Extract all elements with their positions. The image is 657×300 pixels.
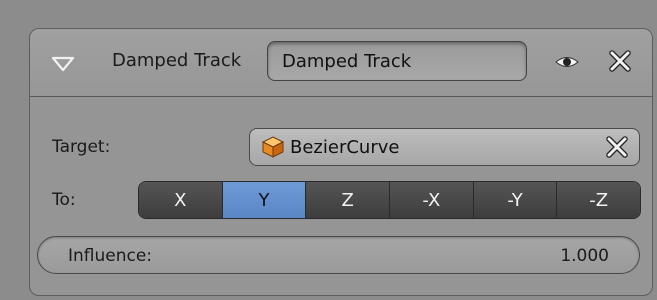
constraint-panel: Damped Track Damped Track Target: Bezier… bbox=[29, 28, 653, 296]
to-label: To: bbox=[52, 190, 76, 210]
axis-button-z[interactable]: Z bbox=[306, 182, 391, 218]
constraint-name-field[interactable]: Damped Track bbox=[267, 41, 527, 81]
target-field[interactable]: BezierCurve bbox=[249, 128, 640, 166]
properties-area: Damped Track Damped Track Target: Bezier… bbox=[0, 0, 657, 300]
target-label: Target: bbox=[52, 137, 111, 157]
eye-icon[interactable] bbox=[554, 51, 580, 73]
influence-label: Influence: bbox=[68, 246, 153, 266]
constraint-header: Damped Track Damped Track bbox=[30, 29, 652, 97]
axis-button-y[interactable]: Y bbox=[222, 182, 307, 218]
object-cube-icon bbox=[261, 136, 285, 158]
influence-slider[interactable]: Influence: 1.000 bbox=[37, 236, 640, 274]
axis-button-x[interactable]: X bbox=[139, 182, 223, 218]
clear-target-icon[interactable] bbox=[605, 135, 629, 159]
track-axis-selector: X Y Z -X -Y -Z bbox=[138, 181, 641, 219]
constraint-name-value: Damped Track bbox=[282, 51, 412, 72]
close-icon[interactable] bbox=[608, 49, 632, 73]
influence-value: 1.000 bbox=[560, 246, 609, 266]
collapse-triangle-icon[interactable] bbox=[50, 54, 76, 74]
axis-button-neg-x[interactable]: -X bbox=[390, 182, 474, 218]
constraint-type-label: Damped Track bbox=[112, 50, 242, 71]
target-value: BezierCurve bbox=[290, 137, 400, 158]
axis-button-neg-y[interactable]: -Y bbox=[473, 182, 558, 218]
axis-button-neg-z[interactable]: -Z bbox=[557, 182, 640, 218]
